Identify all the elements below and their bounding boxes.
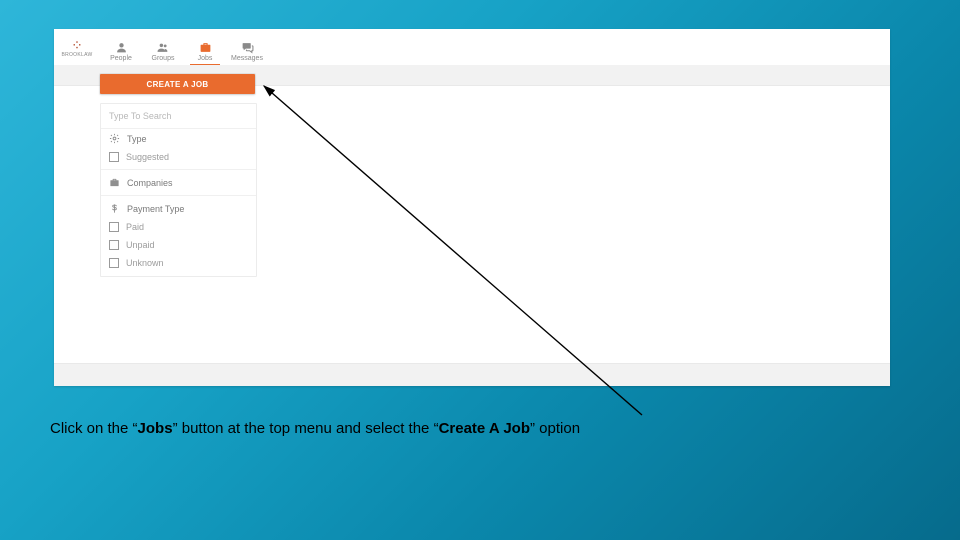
create-job-label: CREATE A JOB (147, 80, 209, 89)
checkbox-icon[interactable] (109, 222, 119, 232)
type-heading: Type (127, 134, 147, 144)
payment-option-label: Paid (126, 222, 144, 232)
nav-messages[interactable]: Messages (226, 40, 268, 65)
briefcase-icon (109, 177, 120, 188)
type-option[interactable]: Suggested (101, 148, 256, 166)
logo-text: BROOKLAW (61, 52, 92, 58)
payment-option-label: Unknown (126, 258, 164, 268)
footer-bar (54, 363, 890, 386)
search-input[interactable]: Type To Search (101, 104, 256, 129)
type-heading-row: Type (101, 129, 256, 148)
payment-option-label: Unpaid (126, 240, 155, 250)
app-screenshot: ⁘ BROOKLAW People Groups Jobs (54, 29, 890, 386)
payment-heading: Payment Type (127, 204, 184, 214)
app-logo: ⁘ BROOKLAW (60, 33, 94, 63)
instruction-caption: Click on the “Jobs” button at the top me… (50, 420, 580, 437)
dollar-icon (109, 203, 120, 214)
gear-icon (109, 133, 120, 144)
person-icon (114, 40, 128, 54)
nav-label: People (110, 55, 132, 62)
payment-option[interactable]: Unpaid (101, 236, 256, 254)
type-option-label: Suggested (126, 152, 169, 162)
checkbox-icon[interactable] (109, 240, 119, 250)
people-group-icon (156, 40, 170, 54)
filter-panel: Type To Search Type Suggested Companies (100, 103, 257, 277)
companies-heading: Companies (127, 178, 173, 188)
payment-option[interactable]: Paid (101, 218, 256, 236)
create-job-button[interactable]: CREATE A JOB (100, 74, 255, 94)
caption-jobs: Jobs (138, 420, 173, 437)
messages-icon (240, 40, 254, 54)
caption-text: Click on the “ (50, 420, 138, 437)
nav-label: Groups (152, 55, 175, 62)
nav-label: Messages (231, 55, 263, 62)
companies-heading-row: Companies (101, 173, 256, 192)
divider (101, 195, 256, 196)
top-nav: ⁘ BROOKLAW People Groups Jobs (54, 29, 890, 66)
caption-text: ” option (530, 420, 580, 437)
logo-mark-icon: ⁘ (71, 38, 83, 52)
divider (101, 169, 256, 170)
nav-people[interactable]: People (100, 40, 142, 65)
nav-jobs[interactable]: Jobs (184, 40, 226, 65)
search-placeholder: Type To Search (109, 111, 171, 121)
nav-groups[interactable]: Groups (142, 40, 184, 65)
checkbox-icon[interactable] (109, 258, 119, 268)
payment-option[interactable]: Unknown (101, 254, 256, 272)
nav-label: Jobs (198, 55, 213, 62)
caption-text: ” button at the top menu and select the … (173, 420, 439, 437)
checkbox-icon[interactable] (109, 152, 119, 162)
briefcase-icon (198, 40, 212, 54)
payment-heading-row: Payment Type (101, 199, 256, 218)
caption-create: Create A Job (439, 420, 530, 437)
